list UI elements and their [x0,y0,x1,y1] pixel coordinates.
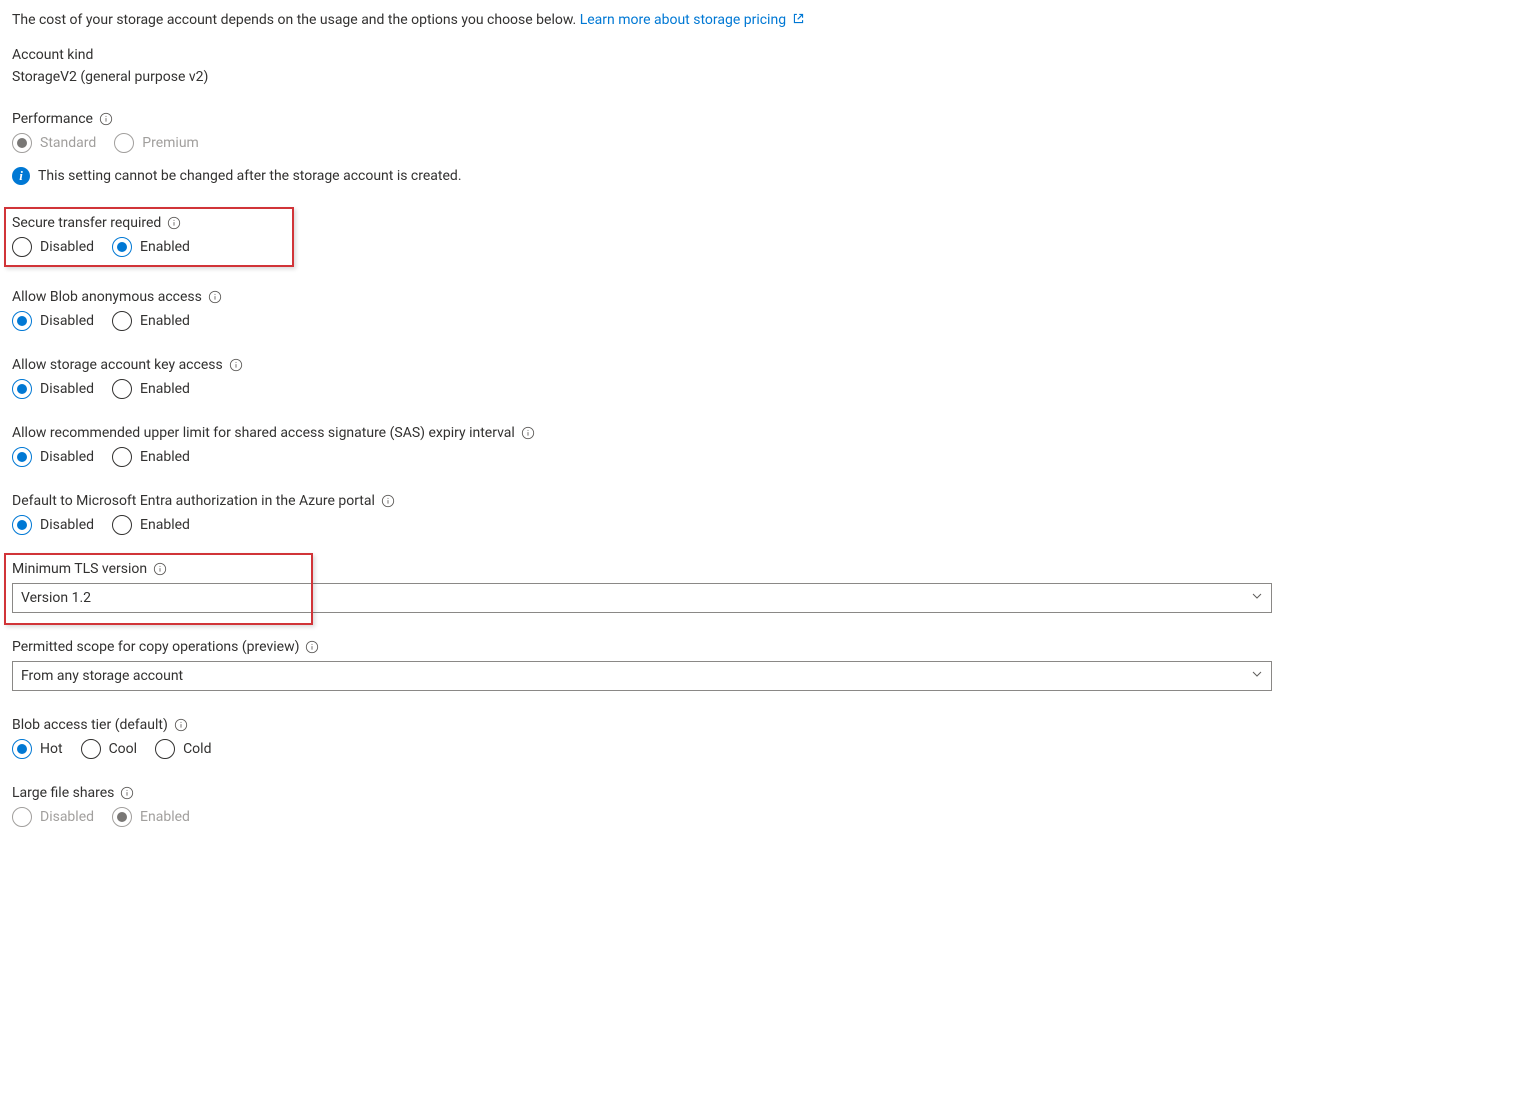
access-tier-cool-radio[interactable]: Cool [81,739,138,759]
sas-expiry-disabled-radio[interactable]: Disabled [12,447,94,467]
entra-auth-enabled-radio[interactable]: Enabled [112,515,190,535]
entra-auth-disabled-radio[interactable]: Disabled [12,515,94,535]
tls-dropdown-value: Version 1.2 [21,590,91,606]
secure-transfer-enabled-label: Enabled [140,239,190,255]
info-filled-icon: i [12,167,30,185]
performance-standard-radio: Standard [12,133,96,153]
access-tier-label: Blob access tier (default) [12,717,168,733]
sas-expiry-enabled-radio[interactable]: Enabled [112,447,190,467]
info-icon[interactable] [305,640,319,654]
sas-expiry-label: Allow recommended upper limit for shared… [12,425,515,441]
tls-dropdown[interactable]: Version 1.2 [12,583,1272,613]
blob-anon-disabled-radio[interactable]: Disabled [12,311,94,331]
access-tier-hot-radio[interactable]: Hot [12,739,63,759]
access-tier-cold-label: Cold [183,741,211,757]
copy-scope-value: From any storage account [21,668,183,684]
blob-anon-enabled-label: Enabled [140,313,190,329]
large-file-shares-disabled-label: Disabled [40,809,94,825]
tls-label: Minimum TLS version [12,561,147,577]
access-tier-cool-label: Cool [109,741,138,757]
chevron-down-icon [1251,590,1263,606]
blob-anon-section: Allow Blob anonymous access Disabled Ena… [12,289,1503,331]
intro-text: The cost of your storage account depends… [12,12,580,28]
blob-anon-disabled-label: Disabled [40,313,94,329]
key-access-enabled-radio[interactable]: Enabled [112,379,190,399]
external-link-icon [792,12,805,29]
large-file-shares-enabled-label: Enabled [140,809,190,825]
performance-section: Performance Standard Premium [12,111,1503,153]
info-icon[interactable] [153,562,167,576]
info-icon[interactable] [174,718,188,732]
performance-standard-label: Standard [40,135,96,151]
large-file-shares-label: Large file shares [12,785,114,801]
key-access-enabled-label: Enabled [140,381,190,397]
performance-note-text: This setting cannot be changed after the… [38,168,462,184]
key-access-disabled-radio[interactable]: Disabled [12,379,94,399]
entra-auth-section: Default to Microsoft Entra authorization… [12,493,1503,535]
secure-transfer-label: Secure transfer required [12,215,161,231]
large-file-shares-disabled-radio: Disabled [12,807,94,827]
large-file-shares-enabled-radio: Enabled [112,807,190,827]
copy-scope-dropdown[interactable]: From any storage account [12,661,1272,691]
blob-anon-label: Allow Blob anonymous access [12,289,202,305]
access-tier-cold-radio[interactable]: Cold [155,739,211,759]
info-icon[interactable] [208,290,222,304]
info-icon[interactable] [381,494,395,508]
info-icon[interactable] [120,786,134,800]
performance-label: Performance [12,111,93,127]
copy-scope-section: Permitted scope for copy operations (pre… [12,639,1503,691]
secure-transfer-highlight: Secure transfer required Disabled Enable… [4,207,294,267]
secure-transfer-disabled-label: Disabled [40,239,94,255]
info-icon[interactable] [99,112,113,126]
chevron-down-icon [1251,668,1263,684]
info-icon[interactable] [521,426,535,440]
entra-auth-label: Default to Microsoft Entra authorization… [12,493,375,509]
access-tier-hot-label: Hot [40,741,63,757]
entra-auth-disabled-label: Disabled [40,517,94,533]
blob-anon-enabled-radio[interactable]: Enabled [112,311,190,331]
performance-note-banner: i This setting cannot be changed after t… [12,167,1503,185]
key-access-disabled-label: Disabled [40,381,94,397]
pricing-link-text: Learn more about storage pricing [580,12,786,28]
sas-expiry-disabled-label: Disabled [40,449,94,465]
copy-scope-label: Permitted scope for copy operations (pre… [12,639,299,655]
large-file-shares-section: Large file shares Disabled Enabled [12,785,1503,827]
pricing-intro: The cost of your storage account depends… [12,12,1503,29]
account-kind-section: Account kind StorageV2 (general purpose … [12,47,1503,85]
performance-premium-radio: Premium [114,133,199,153]
secure-transfer-enabled-radio[interactable]: Enabled [112,237,190,257]
secure-transfer-disabled-radio[interactable]: Disabled [12,237,94,257]
key-access-label: Allow storage account key access [12,357,223,373]
key-access-section: Allow storage account key access Disable… [12,357,1503,399]
sas-expiry-enabled-label: Enabled [140,449,190,465]
account-kind-label: Account kind [12,47,93,63]
tls-section: Minimum TLS version Version 1.2 [12,561,1503,613]
sas-expiry-section: Allow recommended upper limit for shared… [12,425,1503,467]
entra-auth-enabled-label: Enabled [140,517,190,533]
info-icon[interactable] [167,216,181,230]
access-tier-section: Blob access tier (default) Hot Cool Cold [12,717,1503,759]
account-kind-value: StorageV2 (general purpose v2) [12,69,1503,85]
performance-premium-label: Premium [142,135,199,151]
info-icon[interactable] [229,358,243,372]
pricing-link[interactable]: Learn more about storage pricing [580,12,805,28]
